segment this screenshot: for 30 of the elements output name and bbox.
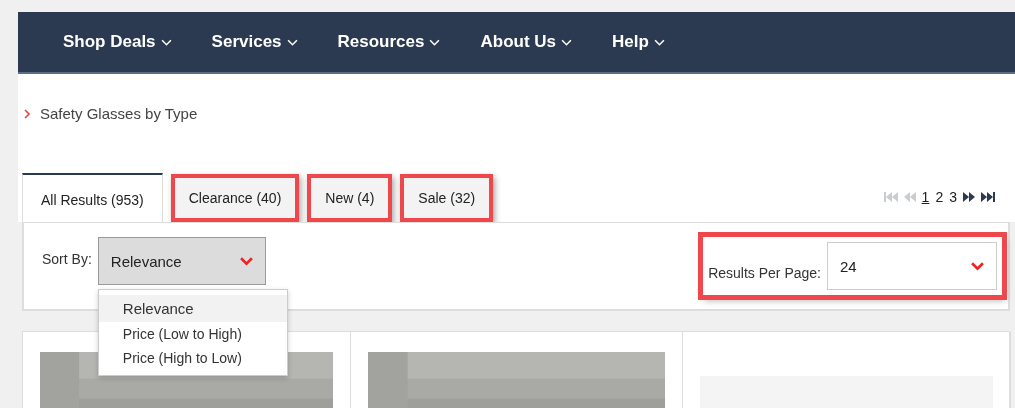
next-page-icon[interactable] bbox=[963, 191, 975, 203]
last-page-icon[interactable] bbox=[981, 191, 995, 203]
nav-menu-item[interactable]: About Us bbox=[470, 32, 583, 52]
sort-label: Sort By: bbox=[42, 250, 92, 267]
sort-option[interactable]: Price (Low to High) bbox=[98, 322, 287, 346]
page-link[interactable]: 2 bbox=[935, 189, 944, 205]
chevron-down-icon bbox=[429, 38, 441, 46]
chevron-down-icon bbox=[239, 256, 253, 266]
sort-dropdown[interactable]: Relevance bbox=[97, 237, 266, 285]
results-per-page-label: Results Per Page: bbox=[708, 264, 821, 281]
page-link[interactable]: 1 bbox=[921, 189, 930, 205]
nav-menu-item[interactable]: Services bbox=[201, 32, 308, 52]
sort-option[interactable]: Relevance bbox=[98, 295, 287, 322]
filter-tab[interactable]: Clearance (40) bbox=[170, 174, 300, 222]
filter-tab[interactable]: New (4) bbox=[307, 174, 393, 222]
nav-menu-item[interactable]: Shop Deals bbox=[53, 32, 182, 52]
sort-option[interactable]: Price (High to Low) bbox=[98, 346, 287, 370]
breadcrumb-link[interactable]: Safety Glasses by Type bbox=[40, 104, 198, 122]
chevron-down-icon bbox=[160, 38, 172, 46]
filter-tab[interactable]: All Results (953) bbox=[22, 173, 163, 222]
chevron-down-icon bbox=[561, 38, 573, 46]
nav-menu-item[interactable]: Help bbox=[602, 32, 675, 52]
filter-tab[interactable]: Sale (32) bbox=[400, 174, 494, 222]
chevron-right-icon bbox=[24, 109, 30, 119]
nav-menu-item[interactable]: Resources bbox=[327, 32, 451, 52]
chevron-down-icon bbox=[286, 38, 298, 46]
page-link[interactable]: 3 bbox=[949, 189, 957, 205]
chevron-down-icon bbox=[971, 261, 984, 271]
results-per-page-dropdown[interactable]: 24 bbox=[827, 242, 997, 290]
chevron-down-icon bbox=[653, 38, 665, 46]
